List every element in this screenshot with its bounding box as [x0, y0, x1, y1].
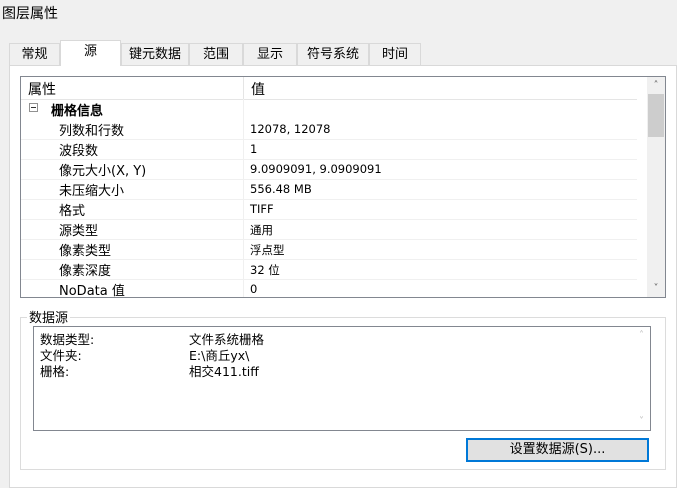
tab-general[interactable]: 常规	[9, 43, 60, 65]
property-value: 556.48 MB	[250, 182, 312, 196]
grid-row[interactable]: 格式 TIFF	[21, 199, 637, 220]
scroll-down-icon[interactable]: ˅	[647, 280, 665, 297]
column-header-value[interactable]: 值	[251, 79, 265, 99]
property-name: 波段数	[59, 144, 99, 159]
grid-row[interactable]: NoData 值 0	[21, 279, 637, 298]
property-name: 格式	[59, 204, 86, 219]
tab-time[interactable]: 时间	[369, 43, 421, 65]
property-name: 像素类型	[59, 244, 112, 259]
property-value: 浮点型	[250, 243, 285, 257]
scroll-thumb[interactable]	[648, 94, 664, 137]
property-name: 像素深度	[59, 264, 112, 279]
window-title: 图层属性	[2, 6, 58, 22]
grid-scrollbar[interactable]: ˄ ˅	[647, 77, 665, 297]
property-value: 32 位	[250, 263, 280, 277]
property-value: 9.0909091, 9.0909091	[250, 162, 382, 176]
scroll-up-icon[interactable]: ˄	[633, 327, 650, 344]
column-header-property[interactable]: 属性	[28, 79, 56, 99]
grid-row[interactable]: 像元大小(X, Y) 9.0909091, 9.0909091	[21, 159, 637, 180]
property-value: 1	[250, 142, 258, 156]
grid-row[interactable]: 未压缩大小 556.48 MB	[21, 179, 637, 200]
property-grid[interactable]: 属性 值 栅格信息 列数和行数 12078, 12078 波段数 1 像元大小(…	[20, 76, 666, 298]
column-divider[interactable]	[243, 77, 244, 99]
grid-header: 属性 值	[21, 77, 637, 100]
category-label: 栅格信息	[51, 104, 104, 119]
grid-row[interactable]: 列数和行数 12078, 12078	[21, 119, 637, 140]
raster-key: 栅格:	[40, 364, 70, 379]
tab-key-metadata[interactable]: 键元数据	[121, 43, 189, 65]
tab-extent[interactable]: 范围	[189, 43, 243, 65]
tab-symbology[interactable]: 符号系统	[297, 43, 369, 65]
property-value: 通用	[250, 223, 273, 237]
data-source-group-label: 数据源	[27, 307, 71, 326]
property-value: 0	[250, 282, 258, 296]
property-name: 源类型	[59, 224, 99, 239]
grid-row[interactable]: 像素类型 浮点型	[21, 239, 637, 260]
grid-row[interactable]: 源类型 通用	[21, 219, 637, 240]
grid-row[interactable]: 像素深度 32 位	[21, 259, 637, 280]
property-name: NoData 值	[59, 284, 125, 298]
set-data-source-button[interactable]: 设置数据源(S)...	[466, 438, 649, 462]
property-name: 未压缩大小	[59, 184, 125, 199]
scroll-up-icon[interactable]: ˄	[647, 77, 665, 94]
property-name: 像元大小(X, Y)	[59, 164, 147, 179]
grid-row[interactable]: 波段数 1	[21, 139, 637, 160]
property-value: TIFF	[250, 202, 274, 216]
tab-display[interactable]: 显示	[243, 43, 297, 65]
textbox-scrollbar[interactable]: ˄ ˅	[633, 327, 650, 430]
tab-source[interactable]: 源	[60, 40, 121, 66]
scroll-down-icon[interactable]: ˅	[633, 413, 650, 430]
property-name: 列数和行数	[59, 124, 125, 139]
collapse-icon[interactable]	[29, 103, 38, 112]
data-source-textbox[interactable]: 数据类型: 文件系统栅格 文件夹: E:\商丘yx\ 栅格: 相交411.tif…	[33, 326, 651, 431]
category-row[interactable]: 栅格信息	[21, 99, 637, 119]
raster-value: 相交411.tiff	[189, 364, 259, 379]
property-value: 12078, 12078	[250, 122, 331, 136]
source-panel: 属性 值 栅格信息 列数和行数 12078, 12078 波段数 1 像元大小(…	[9, 65, 677, 488]
